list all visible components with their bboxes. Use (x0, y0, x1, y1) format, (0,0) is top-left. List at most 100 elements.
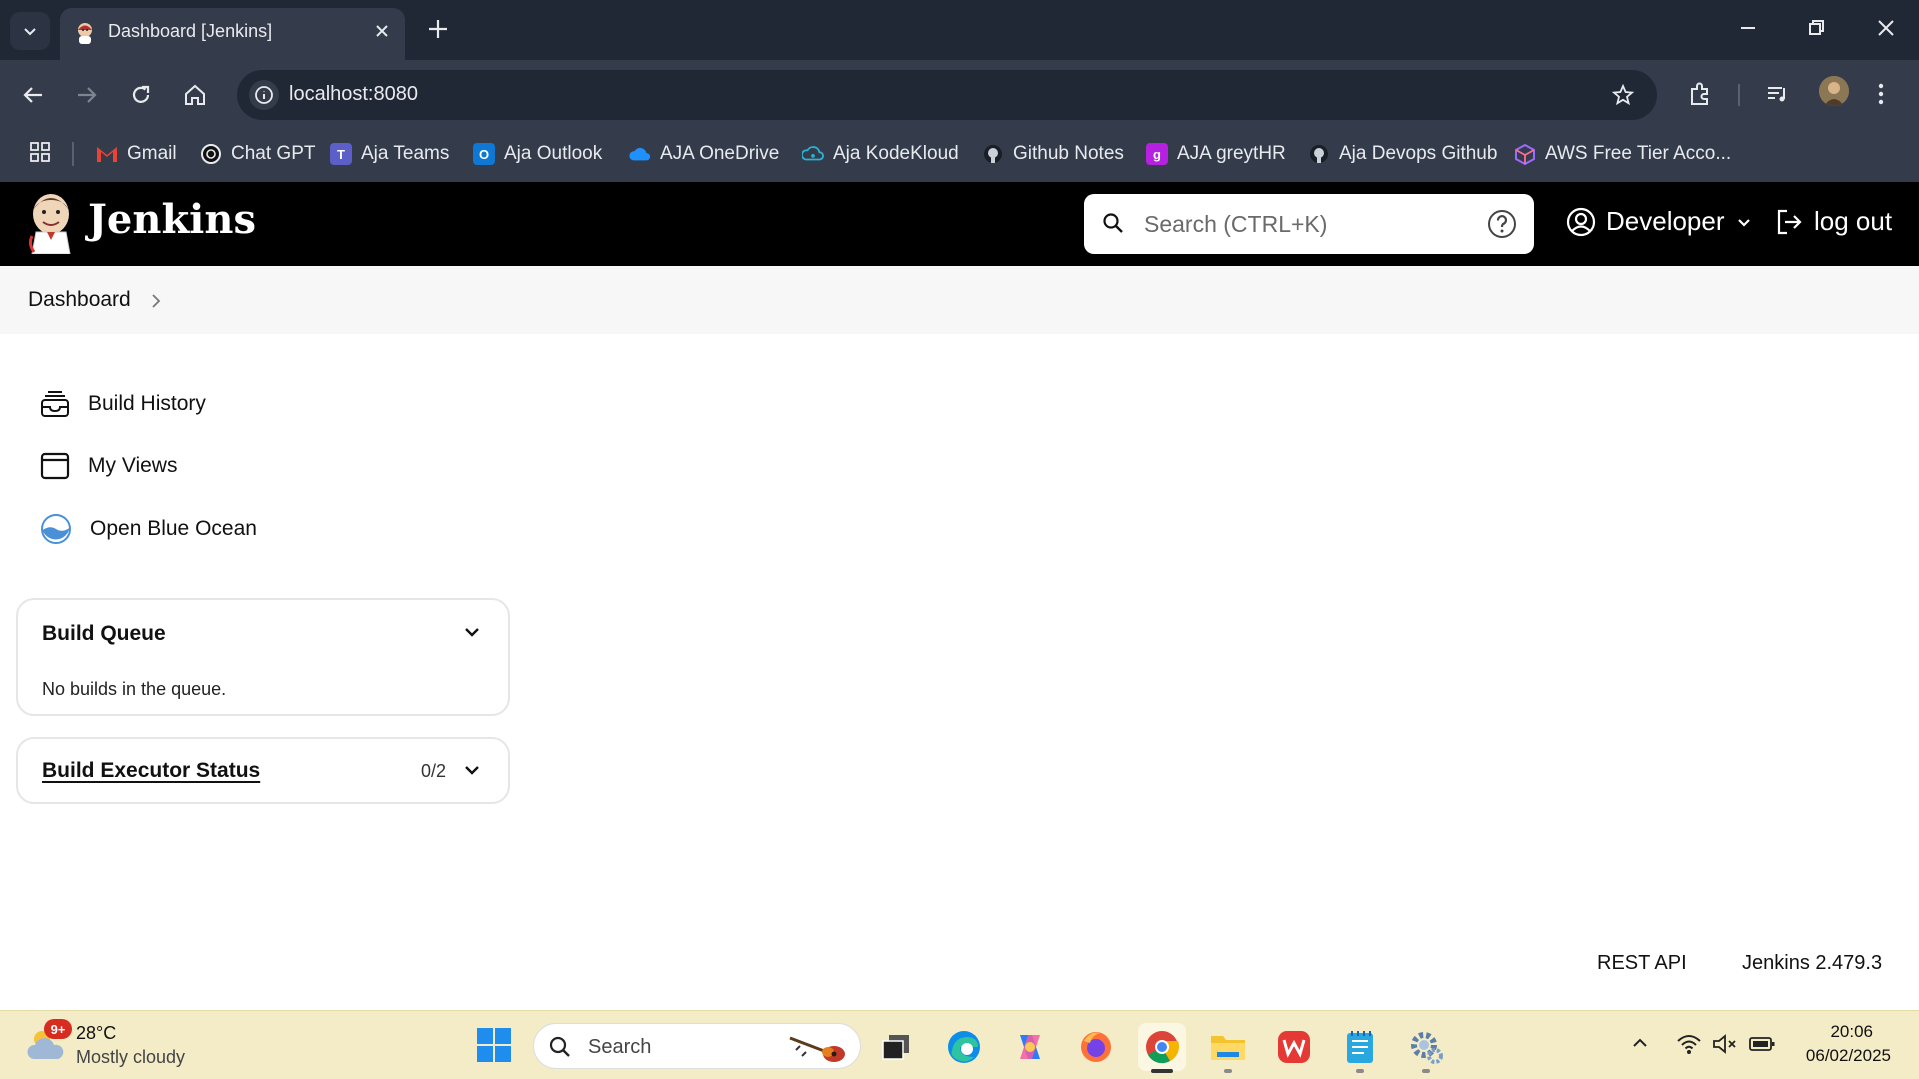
wifi-icon[interactable] (1676, 1033, 1702, 1055)
chevron-down-icon (1735, 213, 1753, 231)
running-indicator (1422, 1069, 1430, 1073)
close-window-icon[interactable] (1874, 16, 1898, 40)
weather-description[interactable]: Mostly cloudy (76, 1047, 185, 1068)
blue-ocean-icon (40, 513, 72, 545)
taskbar-search-label: Search (588, 1036, 652, 1058)
home-icon[interactable] (182, 82, 208, 108)
settings-gear-icon (1411, 1032, 1443, 1064)
jenkins-search-box[interactable] (1084, 194, 1534, 254)
volume-muted-icon[interactable] (1712, 1033, 1738, 1055)
bookmark-label: AWS Free Tier Acco... (1545, 143, 1732, 164)
browser-toolbar: localhost:8080 (0, 60, 1919, 128)
bookmark-aja-devops-github[interactable]: Aja Devops Github (1308, 140, 1497, 168)
executor-count: 0/2 (420, 761, 446, 781)
chevron-down-icon[interactable] (462, 622, 482, 642)
windows-taskbar: 9+ 28°C Mostly cloudy Search 20:06 06/02… (0, 1010, 1919, 1079)
edge-icon (948, 1031, 980, 1063)
taskbar-app-firefox[interactable] (1072, 1023, 1120, 1071)
onedrive-icon (629, 143, 651, 165)
taskbar-app-edge[interactable] (940, 1023, 988, 1071)
wps-office-icon (1278, 1031, 1310, 1063)
chevron-down-icon[interactable] (462, 760, 482, 780)
bookmark-aws-free-tier[interactable]: AWS Free Tier Acco... (1514, 140, 1731, 168)
bookmark-chat-gpt[interactable]: Chat GPT (200, 140, 315, 168)
chevron-right-icon[interactable] (148, 292, 164, 310)
bookmark-label: Aja Outlook (504, 143, 603, 164)
jenkins-header: Jenkins Developer log out (0, 182, 1919, 266)
browser-tab-active[interactable]: Dashboard [Jenkins] (60, 8, 405, 60)
profile-avatar[interactable] (1819, 76, 1849, 106)
running-indicator (1356, 1069, 1364, 1073)
taskbar-app-file-explorer[interactable] (1204, 1023, 1252, 1073)
taskbar-app-copilot[interactable] (1006, 1023, 1054, 1071)
bookmark-label: Chat GPT (231, 143, 316, 164)
outlook-icon: O (473, 143, 495, 165)
clock-date[interactable]: 06/02/2025 (1806, 1046, 1891, 1066)
github-icon (1308, 143, 1330, 165)
task-build-history[interactable]: Build History (40, 390, 206, 418)
address-bar[interactable]: localhost:8080 (237, 70, 1657, 120)
more-menu-icon[interactable] (1875, 80, 1887, 108)
bookmark-label: AJA greytHR (1177, 143, 1286, 164)
reload-icon[interactable] (128, 82, 154, 108)
breadcrumb-dashboard[interactable]: Dashboard (28, 288, 131, 312)
executor-status-link[interactable]: Build Executor Status (42, 759, 260, 783)
search-input[interactable] (1144, 204, 1474, 244)
chatgpt-icon (200, 143, 222, 165)
taskbar-app-wps[interactable] (1270, 1023, 1318, 1071)
bookmark-aja-greythr[interactable]: g AJA greytHR (1146, 140, 1286, 168)
bookmark-aja-outlook[interactable]: O Aja Outlook (473, 140, 602, 168)
jenkins-logo-icon[interactable] (28, 192, 74, 254)
bookmark-aja-kodekloud[interactable]: Aja KodeKloud (802, 140, 959, 168)
greythr-icon: g (1146, 143, 1168, 165)
taskbar-app-chrome[interactable] (1138, 1023, 1186, 1073)
task-label: Build History (88, 392, 206, 415)
taskbar-app-taskview[interactable] (872, 1023, 920, 1071)
browser-tabstrip: Dashboard [Jenkins] (0, 0, 1919, 60)
bookmark-gmail[interactable]: Gmail (96, 140, 177, 168)
media-control-icon[interactable] (1764, 80, 1792, 108)
bookmark-label: Gmail (127, 143, 177, 164)
minimize-icon[interactable] (1736, 16, 1760, 40)
notepad-icon (1347, 1031, 1373, 1063)
logout-button[interactable]: log out (1774, 206, 1892, 237)
show-hidden-icons-chevron-up-icon[interactable] (1630, 1033, 1650, 1053)
url-text: localhost:8080 (289, 83, 418, 105)
taskbar-search-box[interactable]: Search (533, 1023, 861, 1069)
extensions-icon[interactable] (1686, 80, 1714, 108)
build-queue-panel: Build Queue No builds in the queue. (16, 598, 510, 716)
toolbar-divider (1738, 84, 1740, 106)
bookmark-star-icon[interactable] (1611, 83, 1635, 107)
bookmark-label: Aja KodeKloud (833, 143, 959, 164)
windows-start-icon[interactable] (476, 1027, 512, 1063)
site-info-icon[interactable] (249, 80, 279, 110)
new-tab-icon[interactable] (425, 16, 451, 42)
jenkins-title[interactable]: Jenkins (88, 196, 256, 243)
rest-api-link[interactable]: REST API (1597, 952, 1687, 975)
search-icon (1102, 212, 1124, 234)
bookmark-github-notes[interactable]: Github Notes (982, 140, 1124, 168)
aws-cube-icon (1514, 143, 1536, 165)
back-arrow-icon[interactable] (20, 82, 46, 108)
bookmark-label: Aja Teams (361, 143, 450, 164)
clock-time[interactable]: 20:06 (1830, 1022, 1873, 1042)
user-menu-button[interactable]: Developer (1566, 206, 1753, 237)
bookmark-aja-onedrive[interactable]: AJA OneDrive (629, 140, 779, 168)
teams-icon: T (330, 143, 352, 165)
taskbar-app-settings[interactable] (1402, 1023, 1450, 1073)
tab-search-button[interactable] (10, 12, 50, 50)
close-tab-icon[interactable] (373, 22, 391, 40)
jenkins-version-link[interactable]: Jenkins 2.479.3 (1742, 952, 1882, 975)
battery-icon[interactable] (1748, 1033, 1776, 1055)
search-highlight-guitar-icon (782, 1030, 852, 1064)
executor-status-panel: Build Executor Status 0/2 (16, 737, 510, 804)
bookmark-aja-teams[interactable]: T Aja Teams (330, 140, 449, 168)
apps-grid-icon[interactable] (28, 140, 52, 164)
task-open-blue-ocean[interactable]: Open Blue Ocean (40, 513, 257, 545)
taskbar-app-notepad[interactable] (1336, 1023, 1384, 1073)
task-my-views[interactable]: My Views (40, 452, 177, 480)
weather-temperature[interactable]: 28°C (76, 1023, 116, 1044)
restore-icon[interactable] (1804, 16, 1828, 40)
help-icon[interactable] (1486, 208, 1518, 240)
forward-arrow-icon[interactable] (74, 82, 100, 108)
